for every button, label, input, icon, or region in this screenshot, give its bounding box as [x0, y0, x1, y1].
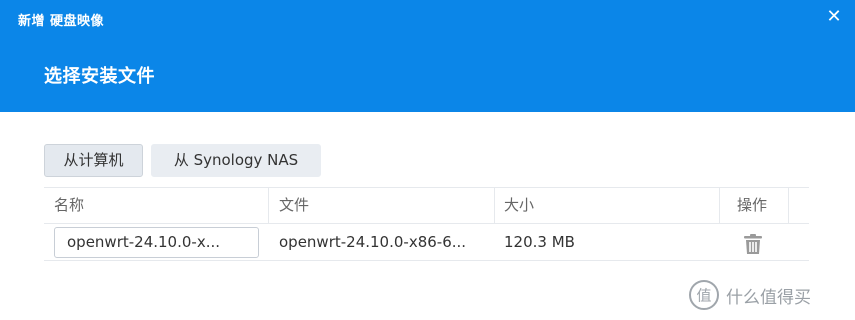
- window-title: 新增 硬盘映像: [18, 14, 105, 29]
- column-header-action: 操作: [737, 196, 768, 214]
- table-row[interactable]: openwrt-24.10.0-x... openwrt-24.10.0-x86…: [44, 224, 809, 261]
- smzdm-logo-icon: 值: [689, 280, 719, 310]
- file-table: 名称 文件 大小 操作 openwrt-24.10.0-x... openwrt…: [44, 187, 809, 261]
- step-title: 选择安装文件: [44, 66, 155, 87]
- dialog-header: 新增 硬盘映像 ✕ 选择安装文件: [0, 0, 855, 112]
- file-cell: openwrt-24.10.0-x86-6...: [279, 233, 467, 251]
- watermark: 值 什么值得买: [688, 278, 811, 312]
- close-icon[interactable]: ✕: [824, 6, 844, 28]
- image-name-input[interactable]: openwrt-24.10.0-x...: [54, 227, 259, 258]
- trash-icon[interactable]: [742, 233, 764, 255]
- column-header-name[interactable]: 名称: [44, 188, 269, 223]
- from-nas-button[interactable]: 从 Synology NAS: [151, 144, 321, 177]
- watermark-text: 什么值得买: [726, 287, 811, 308]
- column-divider: [788, 188, 789, 223]
- size-cell: 120.3 MB: [504, 233, 575, 251]
- column-divider: [719, 188, 720, 223]
- svg-text:值: 值: [696, 287, 711, 305]
- column-header-size[interactable]: 大小: [494, 188, 719, 223]
- table-header: 名称 文件 大小 操作: [44, 187, 809, 224]
- from-computer-button[interactable]: 从计算机: [44, 144, 143, 177]
- column-header-file[interactable]: 文件: [269, 188, 494, 223]
